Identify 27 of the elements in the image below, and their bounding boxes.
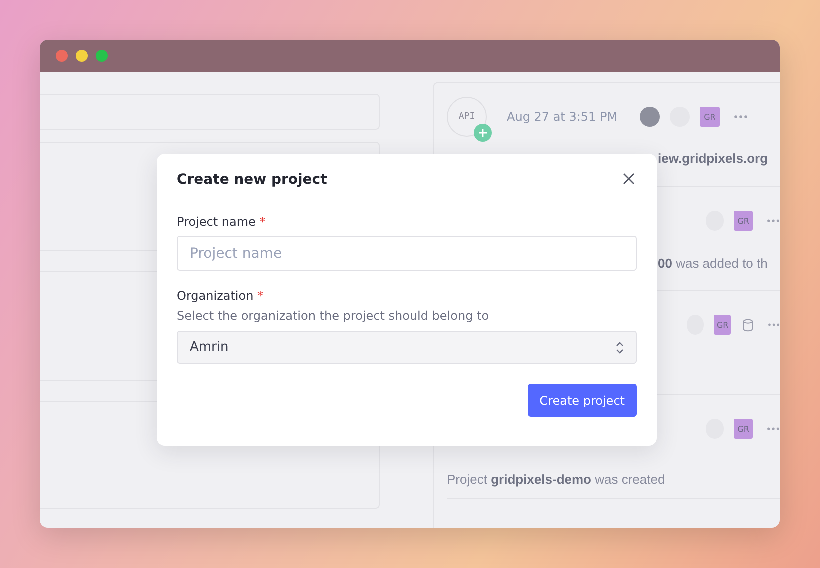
window-control[interactable] [56,50,68,62]
dialog-title: Create new project [177,172,328,188]
activity-message: Project gridpixels-demo was created [447,472,666,487]
more-icon[interactable] [766,427,780,431]
chevron-up-down-icon [616,342,624,354]
more-icon[interactable] [766,219,780,223]
activity-message: 00 was added to th [658,256,768,271]
initials-avatar: GR [700,107,720,127]
window-control[interactable] [96,50,108,62]
plus-icon [474,124,492,142]
window-control[interactable] [76,50,88,62]
project-name-field[interactable]: Project name [177,236,637,271]
more-icon[interactable] [768,323,780,327]
initials-avatar: GR [714,315,732,335]
create-project-button[interactable]: Create project [528,384,637,417]
initials-avatar: GR [734,211,753,231]
organization-select[interactable]: Amrin [177,331,637,364]
initials-avatar: GR [734,419,753,439]
field-hint: Select the organization the project should belong to [177,309,490,323]
required-mark: * [260,215,266,229]
close-icon[interactable] [623,173,637,187]
activity-message: iew.gridpixels.org [658,151,768,166]
event-time: Aug 27 at 3:51 PM [507,110,619,124]
more-icon[interactable] [734,115,748,119]
field-label: Organization * [177,289,265,303]
required-mark: * [258,289,264,303]
field-label: Project name * [177,215,267,229]
